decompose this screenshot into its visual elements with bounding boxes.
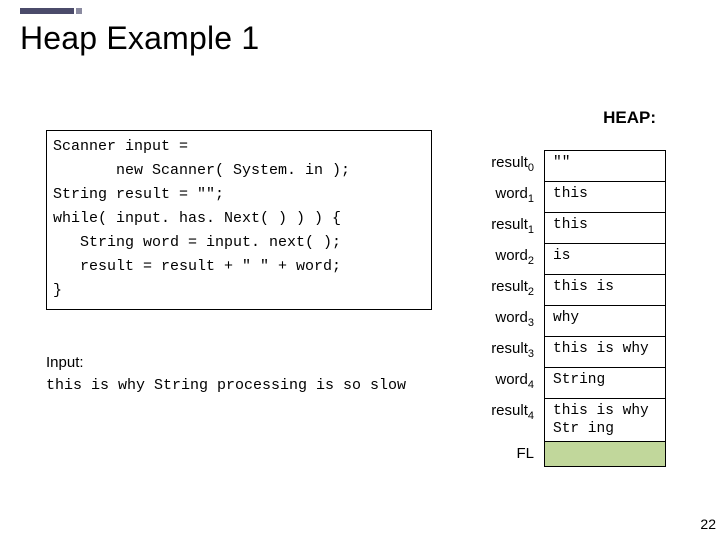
heap-value: this [544,212,666,243]
heap-key: result0 [436,150,544,181]
heap-key: result3 [436,336,544,367]
title-wrap: Heap Example 1 [20,16,259,57]
heap-row: result3this is why [436,336,716,367]
heap-key: word3 [436,305,544,336]
heap-value: is [544,243,666,274]
slide: Heap Example 1 Scanner input = new Scann… [0,0,720,540]
heap-value: this [544,181,666,212]
input-text: this is why String processing is so slow [46,377,406,394]
heap-row: result4this is why Str ing [436,398,716,441]
heap-label: HEAP: [603,108,656,128]
heap-row: word2is [436,243,716,274]
heap-row: result1this [436,212,716,243]
heap-fl-row: FL [436,441,716,467]
title-accent-bar [20,8,74,14]
heap-row: word3why [436,305,716,336]
heap-fl-label: FL [436,441,544,467]
heap-value: this is [544,274,666,305]
heap-row: word4String [436,367,716,398]
heap-key: word4 [436,367,544,398]
heap-key: word2 [436,243,544,274]
heap-value: this is why [544,336,666,367]
heap-key: result1 [436,212,544,243]
heap-value: this is why Str ing [544,398,666,441]
heap-key: word1 [436,181,544,212]
heap-key: result2 [436,274,544,305]
page-number: 22 [700,516,716,532]
title-accent-seg [76,8,82,14]
heap-key: result4 [436,398,544,441]
heap-value: String [544,367,666,398]
heap-value: why [544,305,666,336]
heap-fl-value [544,441,666,467]
heap-table: result0""word1thisresult1thisword2isresu… [436,150,716,467]
slide-title: Heap Example 1 [20,20,259,57]
input-block: Input: this is why String processing is … [46,352,442,397]
code-box: Scanner input = new Scanner( System. in … [46,130,432,310]
heap-row: word1this [436,181,716,212]
heap-row: result0"" [436,150,716,181]
input-label: Input: [46,354,84,371]
heap-value: "" [544,150,666,181]
heap-row: result2this is [436,274,716,305]
